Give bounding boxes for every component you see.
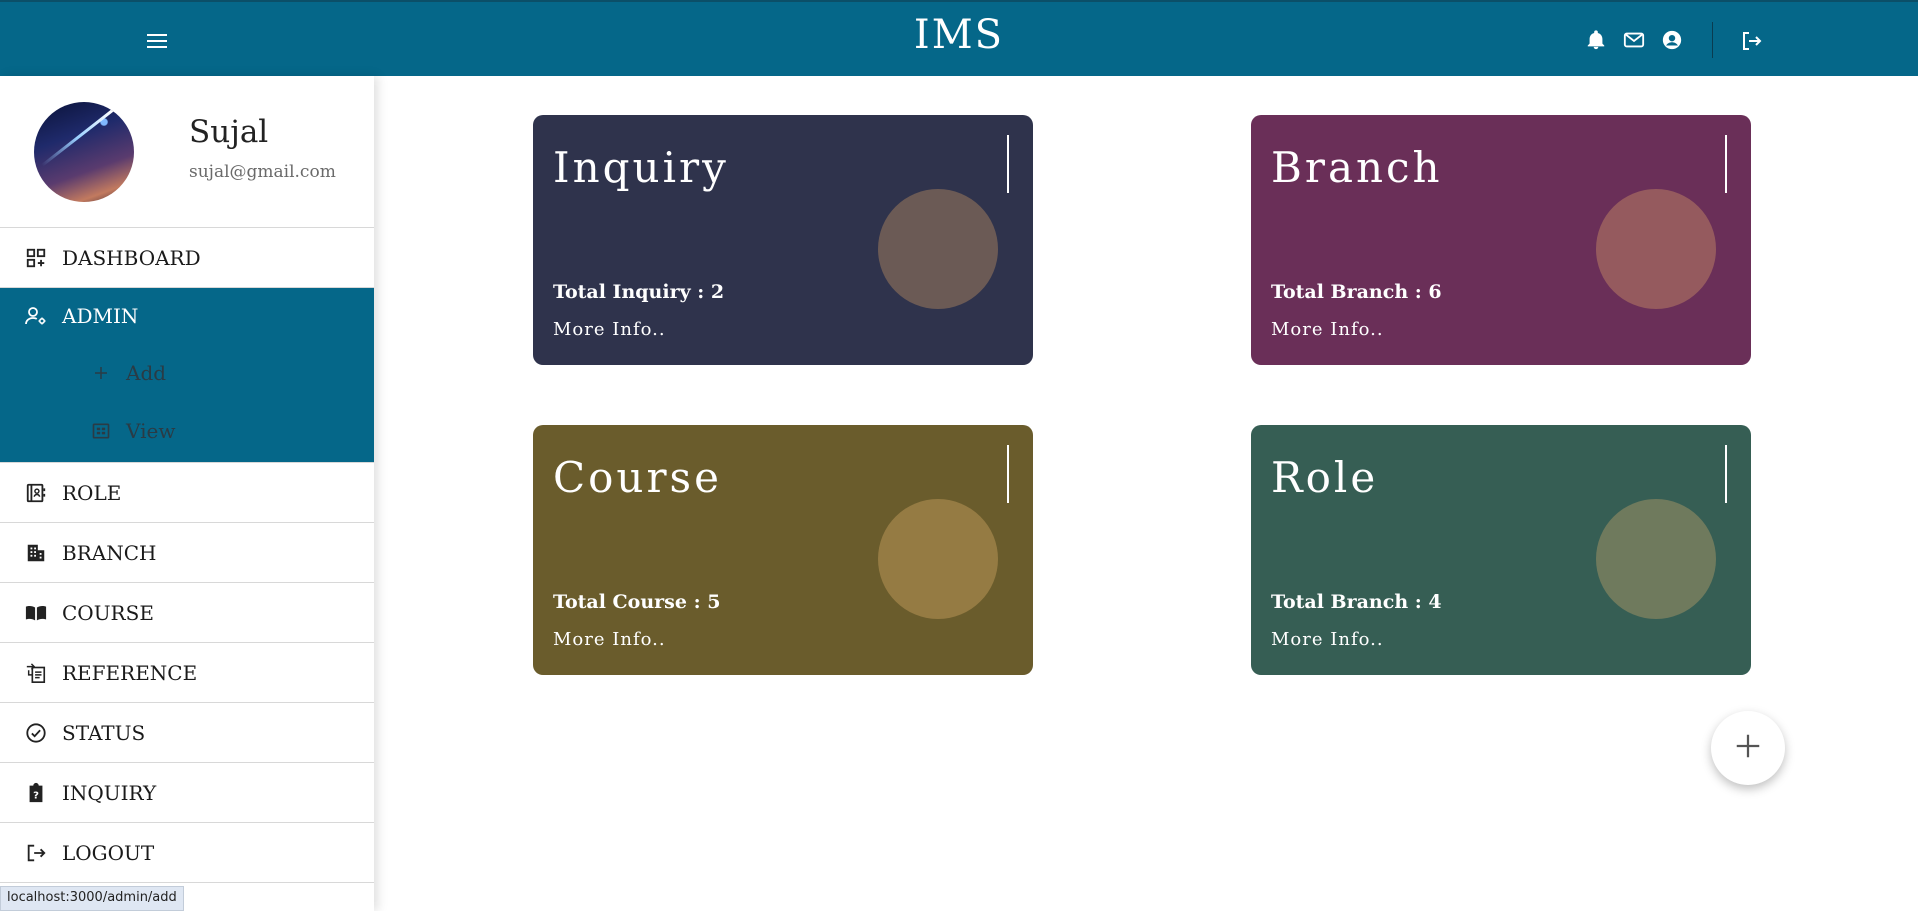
- plus-icon: [1733, 731, 1763, 765]
- sidebar-item-status[interactable]: STATUS: [0, 703, 374, 763]
- card-branch: Branch Total Branch : 6 More Info..: [1251, 115, 1751, 365]
- sidebar-subitem-view[interactable]: View: [0, 402, 374, 460]
- sidebar-item-dashboard[interactable]: DASHBOARD: [0, 228, 374, 288]
- dashboard-icon: [24, 246, 48, 270]
- sidebar-subitem-label: Add: [126, 361, 167, 385]
- grid-view-icon: [90, 420, 112, 442]
- avatar[interactable]: [34, 102, 134, 202]
- sidebar-item-label: STATUS: [62, 720, 146, 745]
- clipboard-question-icon: ?: [24, 781, 48, 805]
- sidebar-item-reference[interactable]: REFERENCE: [0, 643, 374, 703]
- top-app-bar: IMS: [0, 0, 1918, 76]
- account-circle-icon[interactable]: [1660, 28, 1684, 52]
- card-decoration-circle: [1596, 189, 1716, 309]
- sidebar-item-branch[interactable]: BRANCH: [0, 523, 374, 583]
- card-divider: [1007, 445, 1009, 503]
- sidebar-item-label: INQUIRY: [62, 780, 157, 805]
- card-divider: [1725, 445, 1727, 503]
- status-bar-url: localhost:3000/admin/add: [0, 886, 184, 911]
- sidebar-subitem-label: View: [126, 419, 176, 443]
- plus-icon: [90, 362, 112, 384]
- profile-email: sujal@gmail.com: [189, 162, 336, 182]
- card-title: Inquiry: [553, 143, 729, 192]
- card-decoration-circle: [878, 189, 998, 309]
- sidebar-item-label: ADMIN: [62, 304, 139, 328]
- card-title: Role: [1271, 453, 1379, 502]
- sidebar-item-role[interactable]: ROLE: [0, 463, 374, 523]
- sidebar-item-label: COURSE: [62, 600, 154, 625]
- card-divider: [1725, 135, 1727, 193]
- card-course: Course Total Course : 5 More Info..: [533, 425, 1033, 675]
- more-info-link[interactable]: More Info..: [1271, 629, 1384, 650]
- sidebar-item-label: DASHBOARD: [62, 245, 201, 270]
- book-icon: [24, 601, 48, 625]
- sidebar-item-label: ROLE: [62, 480, 122, 505]
- card-title: Course: [553, 453, 722, 502]
- sidebar-item-inquiry[interactable]: ? INQUIRY: [0, 763, 374, 823]
- logout-icon: [24, 841, 48, 865]
- sidebar: Sujal sujal@gmail.com DASHBOARD ADMIN Ad…: [0, 76, 374, 911]
- sidebar-group-admin: ADMIN Add View: [0, 288, 374, 463]
- reference-icon: [24, 661, 48, 685]
- sidebar-item-course[interactable]: COURSE: [0, 583, 374, 643]
- card-total: Total Inquiry : 2: [553, 281, 725, 303]
- profile-card: Sujal sujal@gmail.com: [0, 76, 374, 228]
- card-total: Total Branch : 4: [1271, 591, 1442, 613]
- sidebar-item-logout[interactable]: LOGOUT: [0, 823, 374, 883]
- building-icon: [24, 541, 48, 565]
- card-divider: [1007, 135, 1009, 193]
- bell-icon[interactable]: [1584, 28, 1608, 52]
- sidebar-item-admin[interactable]: ADMIN: [0, 288, 374, 344]
- check-circle-icon: [24, 721, 48, 745]
- card-inquiry: Inquiry Total Inquiry : 2 More Info..: [533, 115, 1033, 365]
- card-role: Role Total Branch : 4 More Info..: [1251, 425, 1751, 675]
- sidebar-subitem-add[interactable]: Add: [0, 344, 374, 402]
- mail-icon[interactable]: [1622, 28, 1646, 52]
- admin-icon: [24, 304, 48, 328]
- more-info-link[interactable]: More Info..: [553, 629, 666, 650]
- card-title: Branch: [1271, 143, 1443, 192]
- card-total: Total Course : 5: [553, 591, 721, 613]
- sidebar-item-label: BRANCH: [62, 540, 157, 565]
- add-fab-button[interactable]: [1711, 711, 1785, 785]
- svg-text:?: ?: [33, 790, 39, 801]
- more-info-link[interactable]: More Info..: [553, 319, 666, 340]
- sidebar-item-label: REFERENCE: [62, 660, 198, 685]
- more-info-link[interactable]: More Info..: [1271, 319, 1384, 340]
- toolbar-divider: [1712, 22, 1713, 58]
- card-total: Total Branch : 6: [1271, 281, 1442, 303]
- logout-icon[interactable]: [1738, 28, 1764, 54]
- card-decoration-circle: [878, 499, 998, 619]
- role-icon: [24, 481, 48, 505]
- card-decoration-circle: [1596, 499, 1716, 619]
- profile-name: Sujal: [189, 114, 269, 150]
- sidebar-item-label: LOGOUT: [62, 840, 155, 865]
